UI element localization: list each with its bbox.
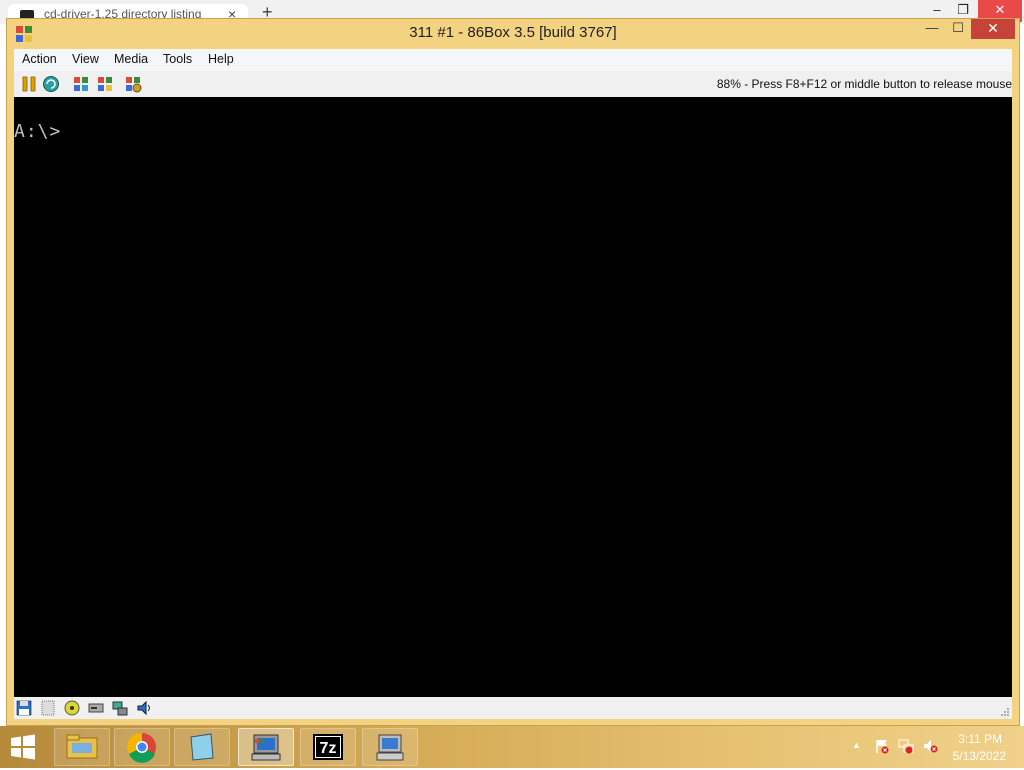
action-center-flag-icon[interactable] — [874, 738, 890, 754]
title-bar[interactable]: 311 #1 - 86Box 3.5 [build 3767] — ☐ ✕ — [7, 19, 1019, 47]
resize-grip-icon[interactable] — [1000, 707, 1010, 717]
toolbar: 88% - Press F8+F12 or middle button to r… — [14, 71, 1012, 97]
taskbar-7zip[interactable]: 7z — [300, 728, 356, 766]
7zip-label: 7z — [320, 740, 337, 757]
floppy-icon[interactable] — [16, 700, 32, 716]
window-client-area: Action View Media Tools Help 88% - Press… — [14, 49, 1012, 719]
window-title: 311 #1 - 86Box 3.5 [build 3767] — [409, 24, 617, 41]
close-button[interactable]: ✕ — [971, 19, 1015, 39]
emulator-window: 311 #1 - 86Box 3.5 [build 3767] — ☐ ✕ Ac… — [6, 18, 1020, 726]
computer-icon — [376, 734, 404, 761]
dos-prompt: A:\> — [14, 121, 62, 142]
taskbar-file-explorer[interactable] — [54, 728, 110, 766]
clock-time[interactable]: 3:11 PM — [958, 732, 1002, 746]
menu-view[interactable]: View — [72, 52, 99, 66]
windows-start-icon[interactable] — [8, 733, 38, 761]
7zip-icon: 7z — [313, 734, 343, 760]
status-bar — [14, 697, 1012, 719]
reset-icon[interactable] — [42, 75, 60, 93]
file-explorer-icon — [66, 734, 98, 759]
taskbar-86box[interactable] — [238, 728, 294, 766]
pause-icon[interactable] — [20, 75, 38, 93]
hard-disk-icon[interactable] — [88, 700, 104, 716]
volume-muted-icon[interactable] — [922, 738, 938, 754]
ctrl-alt-esc-icon[interactable] — [96, 75, 114, 93]
86box-icon — [251, 734, 281, 761]
menu-action[interactable]: Action — [22, 52, 57, 66]
chrome-icon — [127, 732, 156, 763]
menu-media[interactable]: Media — [114, 52, 148, 66]
cdrom-icon[interactable] — [64, 700, 80, 716]
mouse-release-hint: 88% - Press F8+F12 or middle button to r… — [716, 77, 1012, 91]
minimize-button[interactable]: — — [919, 19, 945, 39]
network-status-icon[interactable] — [898, 738, 914, 754]
maximize-button[interactable]: ☐ — [945, 19, 971, 39]
taskbar-computer[interactable] — [362, 728, 418, 766]
ctrl-alt-del-icon[interactable] — [72, 75, 90, 93]
cassette-icon[interactable] — [40, 700, 56, 716]
menu-help[interactable]: Help — [208, 52, 234, 66]
notepad-icon — [190, 733, 214, 761]
settings-icon[interactable] — [124, 75, 142, 93]
network-icon[interactable] — [112, 700, 128, 716]
taskbar-notepad[interactable] — [174, 728, 230, 766]
emulated-screen[interactable]: A:\> — [14, 97, 1012, 697]
menu-tools[interactable]: Tools — [163, 52, 192, 66]
tray-expand-arrow[interactable]: ▲ — [852, 740, 861, 750]
clock-date[interactable]: 5/13/2022 — [953, 749, 1006, 763]
sound-icon[interactable] — [136, 700, 152, 716]
taskbar: 7z ▲ 3:11 PM 5/13/2022 — [0, 726, 1024, 768]
menu-bar: Action View Media Tools Help — [14, 49, 1012, 71]
taskbar-chrome[interactable] — [114, 728, 170, 766]
